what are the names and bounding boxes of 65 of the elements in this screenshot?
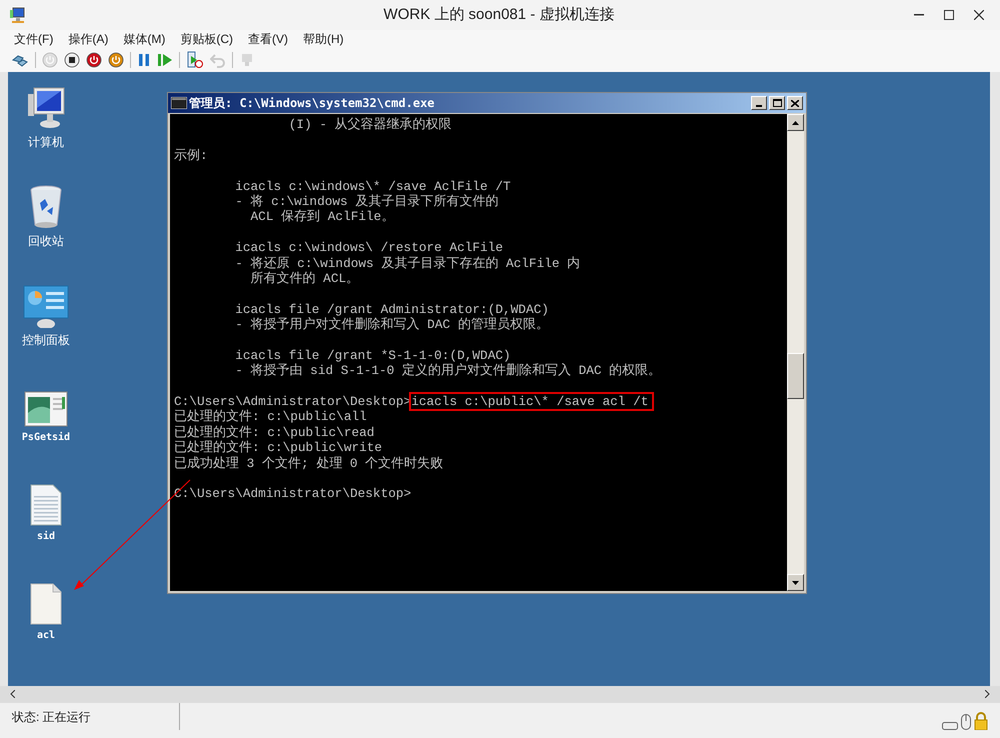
desktop-icon-label[interactable]: sid: [36, 529, 56, 544]
scroll-up-icon: [792, 120, 799, 124]
scroll-right-icon: [985, 690, 990, 698]
console-line: - 将授予由 sid S-1-1-0 定义的用户对文件删除和写入 DAC 的权限。: [234, 363, 662, 379]
console-line: - 将 c:\windows 及其子目录下所有文件的: [234, 194, 500, 210]
console-icon: [171, 97, 187, 109]
desktop-icon-label[interactable]: acl: [36, 628, 56, 643]
play-icon[interactable]: [157, 52, 173, 68]
console-line: icacls c:\windows\* /save AclFile /T: [234, 178, 512, 194]
status-text: 状态: 正在运行: [12, 708, 91, 726]
mouse-icon: [961, 714, 971, 730]
keyboard-icon: [942, 722, 958, 730]
window-title: WORK 上的 soon081 - 虚拟机连接: [384, 4, 614, 25]
console-line: icacls file /grant *S-1-1-0:(D,WDAC): [234, 348, 512, 363]
minimize-icon[interactable]: [914, 14, 924, 16]
scroll-left-icon: [10, 690, 15, 698]
menu-item[interactable]: 查看(V): [248, 30, 288, 48]
menu-item[interactable]: 剪贴板(C): [180, 30, 233, 48]
vertical-scrollbar[interactable]: [787, 114, 804, 591]
snapshot-icon[interactable]: [186, 51, 204, 69]
console-line: (I) - 从父容器继承的权限: [288, 117, 453, 132]
close-icon[interactable]: [974, 10, 984, 20]
console-line: 已成功处理 3 个文件; 处理 0 个文件时失败: [174, 456, 444, 471]
lock-icon: [974, 712, 988, 730]
recycle-bin-icon[interactable]: [28, 185, 64, 229]
console-line: 已处理的文件: c:\public\read: [174, 424, 376, 440]
console-line: C:\Users\Administrator\Desktop>: [174, 486, 412, 502]
desktop-icon-label[interactable]: 控制面板: [22, 331, 70, 349]
maximize-icon[interactable]: [944, 10, 954, 20]
desktop-icon-label[interactable]: 计算机: [28, 133, 64, 151]
command-prompt: C:\Users\Administrator\Desktop>: [174, 394, 412, 410]
virtual-machine-icon: [8, 6, 26, 24]
console-line: - 将还原 c:\windows 及其子目录下存在的 AclFile 内: [234, 256, 582, 271]
control-panel-icon[interactable]: [23, 284, 69, 328]
console-line: 已处理的文件: c:\public\all: [174, 409, 368, 425]
menu-item[interactable]: 操作(A): [68, 30, 108, 48]
close-button[interactable]: [787, 96, 803, 110]
console-line: icacls file /grant Administrator:(D,WDAC): [234, 302, 550, 317]
blank-file-icon[interactable]: [30, 583, 62, 625]
minimize-button[interactable]: [751, 96, 767, 110]
console-line: icacls c:\windows\ /restore AclFile: [234, 240, 504, 256]
close-icon: [791, 100, 799, 106]
console-line: 示例:: [174, 148, 209, 164]
console-line: 所有文件的 ACL。: [250, 270, 360, 286]
text-file-icon[interactable]: [30, 484, 62, 526]
menu-item[interactable]: 媒体(M): [123, 30, 166, 48]
power-icon[interactable]: [108, 52, 124, 68]
scroll-down-icon: [792, 580, 799, 584]
menu-item[interactable]: 帮助(H): [303, 30, 344, 48]
menu-item[interactable]: 文件(F): [14, 30, 54, 48]
desktop-icon-label[interactable]: 回收站: [28, 232, 64, 250]
maximize-button[interactable]: [769, 96, 785, 110]
power-icon[interactable]: [86, 52, 102, 68]
desktop-icon-label[interactable]: PsGetsid: [22, 430, 70, 445]
console-title: 管理员: C:\Windows\system32\cmd.exe: [189, 95, 435, 112]
horizontal-scrollbar[interactable]: [0, 686, 1000, 702]
maximize-icon: [772, 99, 782, 107]
console-line: - 将授予用户对文件删除和写入 DAC 的管理员权限。: [234, 317, 550, 332]
pause-icon[interactable]: [137, 52, 151, 68]
app-window-icon[interactable]: [24, 391, 68, 427]
stop-icon[interactable]: [64, 52, 80, 68]
console-line: 已处理的文件: c:\public\write: [174, 440, 384, 456]
console-line: ACL 保存到 AclFile。: [250, 209, 396, 225]
command-text: icacls c:\public\* /save acl /t: [411, 394, 652, 410]
scroll-thumb[interactable]: [787, 353, 804, 399]
